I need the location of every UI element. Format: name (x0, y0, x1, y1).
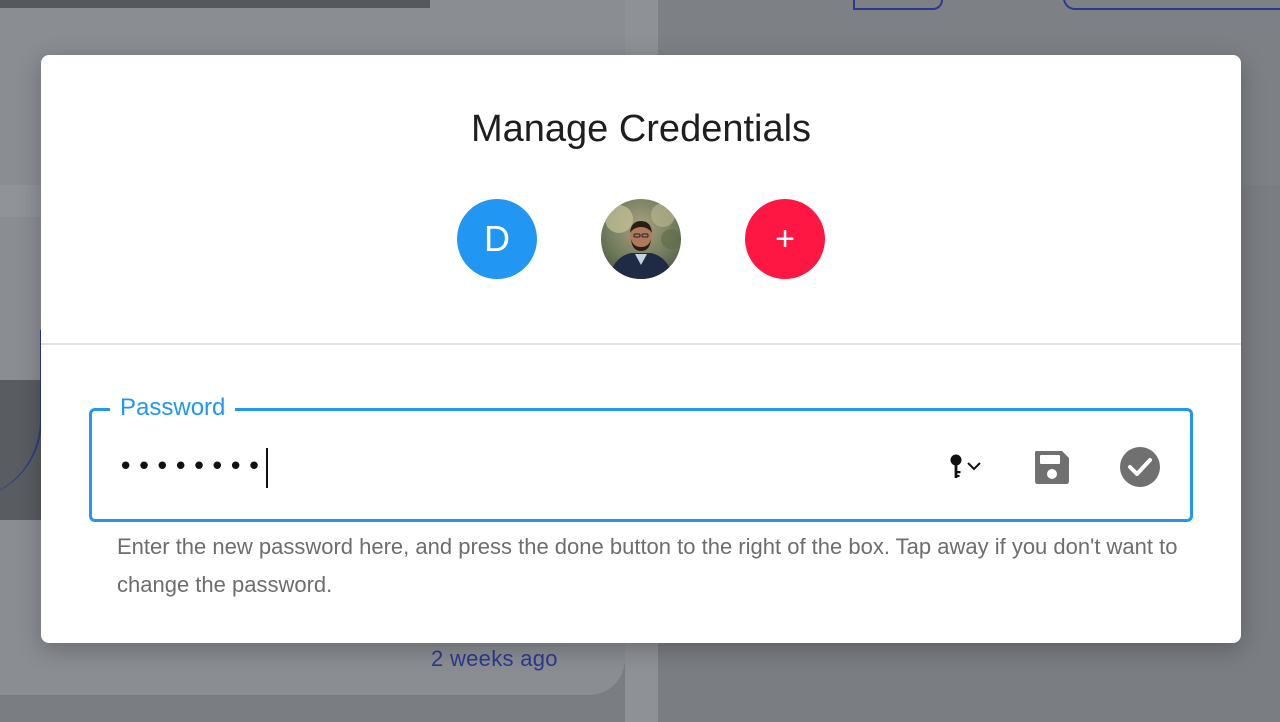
password-input[interactable]: •••••••• (118, 447, 268, 488)
password-label: Password (110, 393, 236, 423)
divider (41, 343, 1241, 345)
avatar-initial-letter: D (484, 218, 510, 259)
save-button[interactable] (1030, 445, 1074, 489)
helper-text: Enter the new password here, and press t… (117, 534, 1178, 597)
password-field[interactable]: Password •••••••• (89, 393, 1193, 522)
text-caret (265, 447, 268, 488)
password-suggestions-button[interactable] (944, 445, 988, 489)
background-timestamp: 2 weeks ago (431, 646, 558, 671)
dialog-title: Manage Credentials (470, 108, 812, 150)
background-tab (1063, 0, 1280, 10)
add-credential-button[interactable]: + (745, 199, 825, 279)
key-dropdown-icon (950, 454, 981, 478)
manage-credentials-dialog: Manage Credentials D + Password ••••••••… (41, 55, 1241, 643)
done-button[interactable] (1118, 445, 1162, 489)
background-tab (853, 0, 943, 10)
plus-icon: + (775, 219, 795, 258)
check-circle-icon (1120, 447, 1160, 487)
avatar-initial[interactable]: D (457, 199, 537, 279)
password-value: •••••••• (118, 452, 265, 482)
avatar-photo[interactable] (601, 199, 681, 279)
save-icon (1035, 451, 1069, 484)
background-toolbar (0, 0, 430, 8)
person-photo-icon (605, 203, 681, 279)
